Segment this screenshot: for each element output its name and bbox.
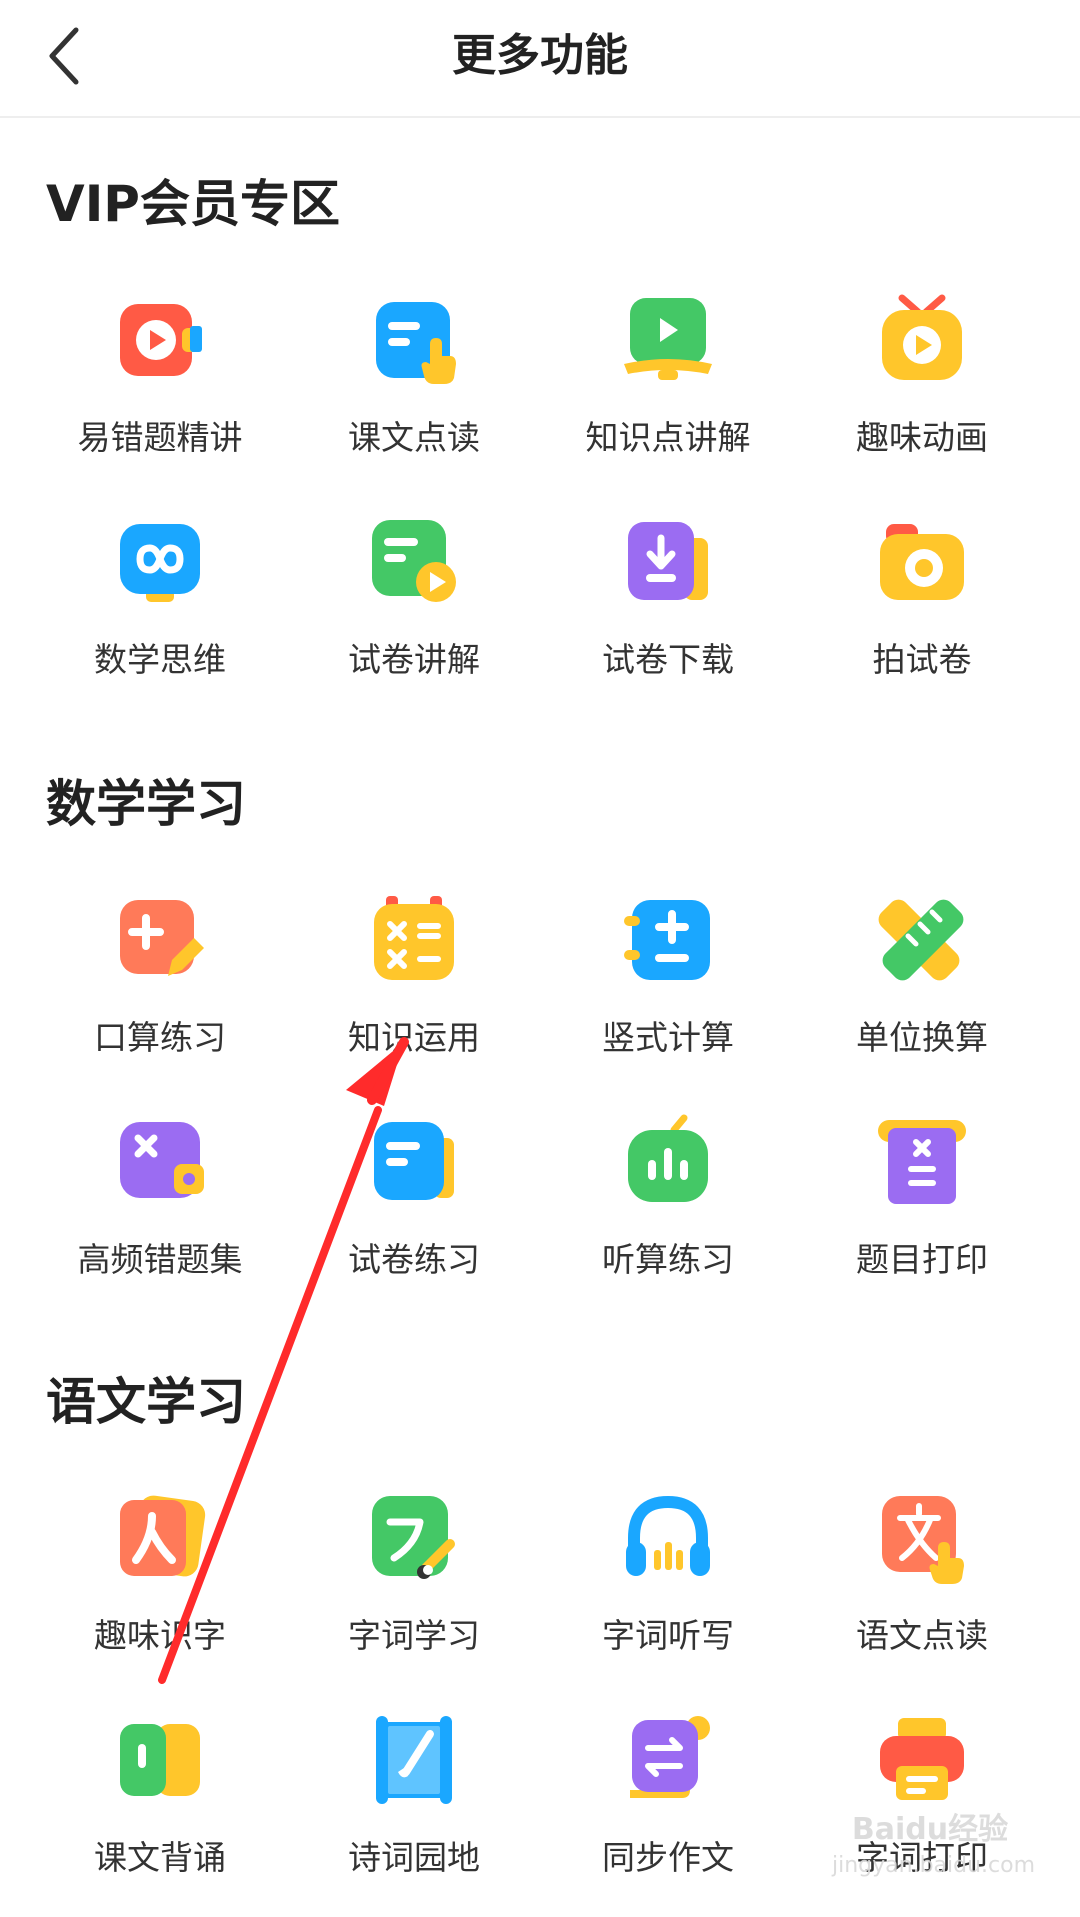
watermark-url: jingyan.baidu.com [832,1853,1036,1878]
video-play-icon [120,304,202,376]
feature-label: 易错题精讲 [77,418,243,457]
camera-icon [880,524,964,600]
print-sheet-icon [878,1120,966,1204]
section-title-chinese: 语文学习 [46,1373,246,1431]
feature-label: 字词学习 [348,1616,480,1655]
feature-tile-fun-characters[interactable]: 趣味识字 [32,1488,288,1678]
book-open-icon [120,1724,200,1796]
brush-stroke-icon [372,1496,455,1579]
section-title-vip: VIP会员专区 [46,175,340,233]
feature-label: 课文背诵 [94,1838,226,1877]
feature-label: 听算练习 [602,1240,734,1279]
paper-play-icon [372,520,456,602]
screen-play-icon [624,298,712,380]
feature-tile-chinese-reading[interactable]: 语文点读 [794,1488,1050,1678]
feature-tile-poetry-garden[interactable]: 诗词园地 [286,1710,542,1900]
feature-label: 知识运用 [348,1018,480,1057]
feature-label: 趣味识字 [94,1616,226,1655]
feature-label: 同步作文 [602,1838,734,1877]
feature-tile-fun-animation[interactable]: 趣味动画 [794,290,1050,480]
feature-tile-math-thinking[interactable]: 数学思维 [32,512,288,702]
baidu-jingyan-watermark: Baidu经验 jingyan.baidu.com [832,1812,1036,1892]
feature-label: 竖式计算 [602,1018,734,1057]
feature-tile-knowledge-explain[interactable]: 知识点讲解 [540,290,796,480]
feature-tile-knowledge-use[interactable]: 知识运用 [286,890,542,1080]
swap-paper-icon [630,1716,710,1798]
text-tap-icon [376,302,456,384]
wrong-book-icon [120,1122,204,1198]
feature-label: 试卷练习 [348,1240,480,1279]
feature-label: 题目打印 [856,1240,988,1279]
feature-label: 诗词园地 [348,1838,480,1877]
paper-icon [374,1122,454,1200]
feature-tile-sync-composition[interactable]: 同步作文 [540,1710,796,1900]
tv-play-icon [882,294,962,380]
download-icon [628,522,708,600]
feature-tile-word-dictation[interactable]: 字词听写 [540,1488,796,1678]
headphones-icon [626,1495,710,1576]
feature-tile-text-reading[interactable]: 课文点读 [286,290,542,480]
watermark-brand: Baidu经验 [851,1812,1009,1847]
feature-tile-text-recite[interactable]: 课文背诵 [32,1710,288,1900]
feature-tile-word-learning[interactable]: 字词学习 [286,1488,542,1678]
feature-label: 单位换算 [856,1018,988,1057]
feature-tile-listen-calc[interactable]: 听算练习 [540,1112,796,1302]
feature-label: 语文点读 [856,1616,988,1655]
feature-tile-unit-convert[interactable]: 单位换算 [794,890,1050,1080]
feature-label: 试卷讲解 [348,640,480,679]
feature-tile-photo-paper[interactable]: 拍试卷 [794,512,1050,702]
character-card-icon [120,1495,206,1577]
infinity-icon [120,524,200,602]
plus-minus-icon [624,900,710,980]
feature-label: 高频错题集 [77,1240,243,1279]
feature-tile-question-print[interactable]: 题目打印 [794,1112,1050,1302]
ruler-icon [878,899,964,981]
feature-label: 字词听写 [602,1616,734,1655]
feature-label: 口算练习 [94,1018,226,1057]
feature-tile-paper-practice[interactable]: 试卷练习 [286,1112,542,1302]
printer-icon [880,1718,964,1800]
calculator-icon [374,896,454,980]
scroll-brush-icon [376,1716,452,1804]
feature-tile-frequent-mistakes[interactable]: 高频错题集 [32,1112,288,1302]
feature-label: 试卷下载 [602,640,734,679]
feature-label: 课文点读 [348,418,480,457]
feature-tile-mistake-lecture[interactable]: 易错题精讲 [32,290,288,480]
top-bar: 更多功能 [0,0,1080,118]
page-title: 更多功能 [452,30,628,81]
feature-label: 趣味动画 [856,418,988,457]
feature-label: 数学思维 [94,640,226,679]
audio-bars-icon [628,1114,708,1202]
feature-tile-paper-explain[interactable]: 试卷讲解 [286,512,542,702]
plus-pencil-icon [120,900,204,976]
feature-label: 知识点讲解 [585,418,751,457]
feature-tile-vertical-calc[interactable]: 竖式计算 [540,890,796,1080]
wen-tap-icon [882,1496,964,1584]
feature-tile-oral-calc[interactable]: 口算练习 [32,890,288,1080]
feature-tile-paper-download[interactable]: 试卷下载 [540,512,796,702]
feature-label: 拍试卷 [872,640,972,679]
section-title-math: 数学学习 [46,775,246,833]
